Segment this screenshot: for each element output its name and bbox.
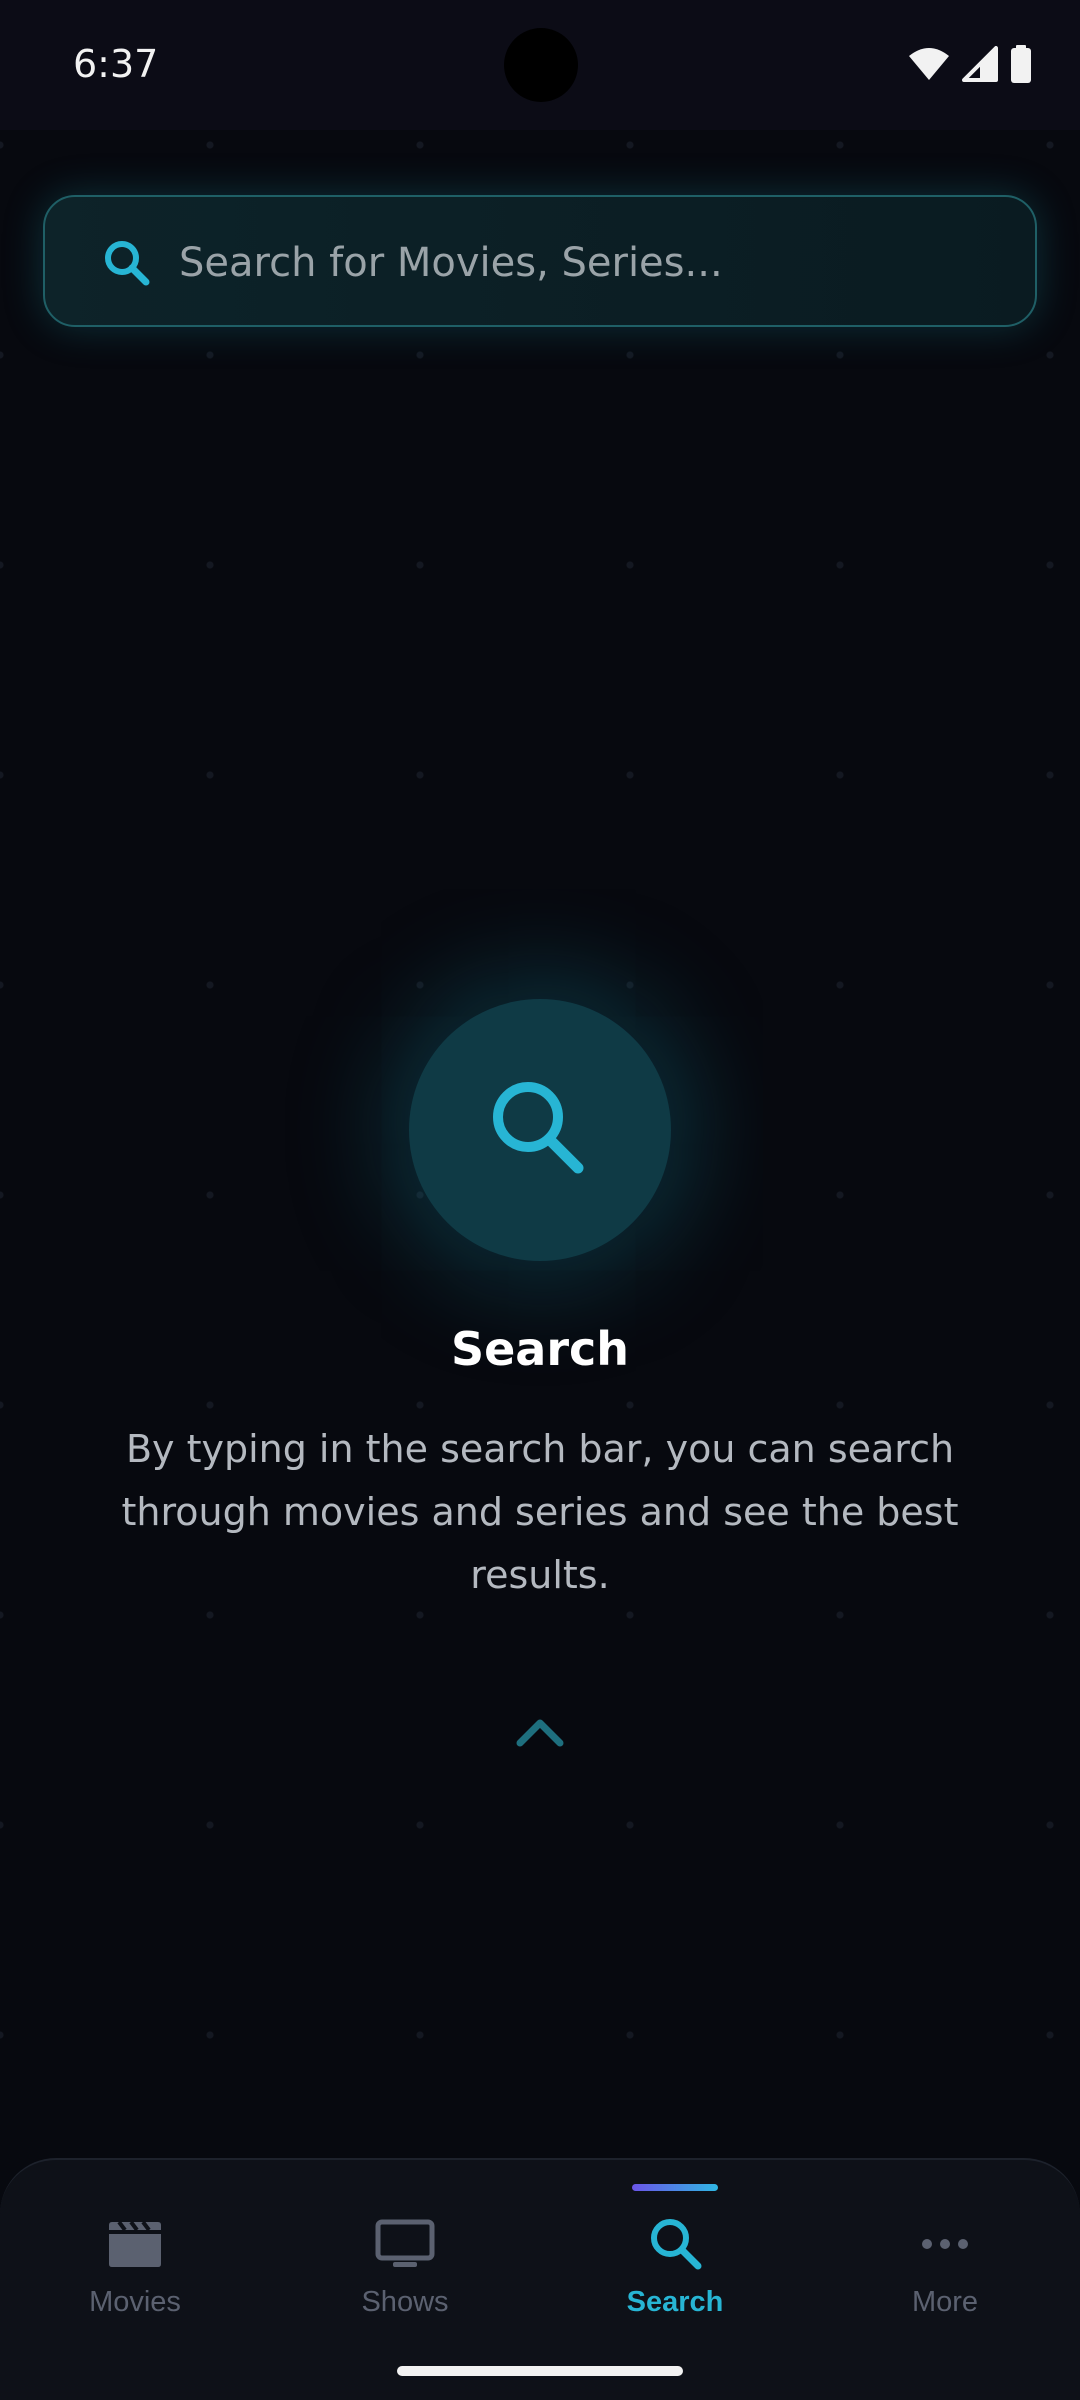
chevron-up-icon: [515, 1715, 565, 1754]
battery-icon: [1010, 44, 1032, 88]
empty-state-description: By typing in the search bar, you can sea…: [121, 1427, 959, 1597]
search-icon: [647, 2214, 703, 2274]
nav-label-movies: Movies: [89, 2286, 181, 2318]
nav-item-movies[interactable]: Movies: [0, 2160, 270, 2350]
camera-cutout: [504, 28, 578, 102]
wifi-icon: [908, 46, 950, 87]
signal-icon: [962, 45, 998, 87]
search-bar[interactable]: [43, 195, 1037, 327]
nav-label-search: Search: [626, 2286, 724, 2318]
home-indicator[interactable]: [397, 2366, 683, 2376]
nav-label-more: More: [911, 2286, 979, 2318]
status-time: 6:37: [73, 42, 159, 86]
tv-icon: [375, 2214, 435, 2274]
nav-item-more[interactable]: More: [810, 2160, 1080, 2350]
empty-state-icon-circle: [409, 999, 671, 1261]
nav-item-shows[interactable]: Shows: [270, 2160, 540, 2350]
search-icon: [101, 237, 153, 289]
status-icons: [908, 44, 1032, 88]
search-input[interactable]: [179, 221, 999, 305]
empty-state-title: Search: [450, 1322, 630, 1376]
search-icon: [493, 1082, 584, 1174]
status-bar: 6:37: [0, 0, 1080, 130]
bottom-navigation: Movies Shows Search More: [0, 2158, 1080, 2400]
clapperboard-icon: [107, 2214, 163, 2274]
nav-label-shows: Shows: [361, 2286, 449, 2318]
active-tab-indicator: [632, 2184, 718, 2191]
more-dots-icon: [920, 2214, 970, 2274]
search-screen: 6:37 Search for Movies, Series... Search…: [0, 0, 1080, 2400]
